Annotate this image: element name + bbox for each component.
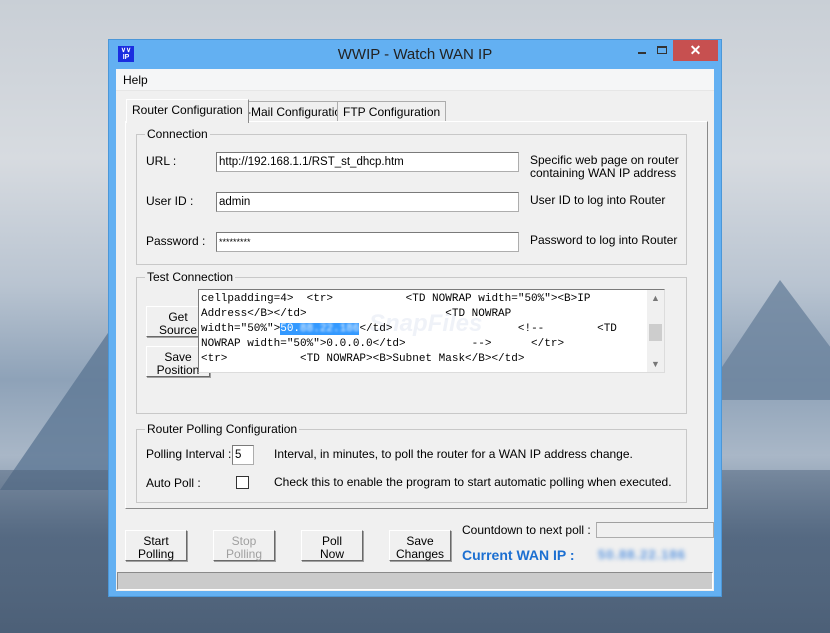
connection-group: Connection URL : Specific web page on ro…	[136, 127, 687, 265]
selected-text-blurred: 88.22.186	[300, 323, 360, 335]
source-scrollbar[interactable]: ▲ ▼	[647, 290, 664, 372]
scroll-thumb[interactable]	[649, 324, 662, 341]
scroll-up-icon[interactable]: ▲	[647, 291, 664, 305]
scroll-down-icon[interactable]: ▼	[647, 357, 664, 371]
userid-input[interactable]	[216, 192, 519, 212]
poll-now-label: Now	[319, 547, 344, 561]
selected-wan-ip[interactable]: 50.88.22.186	[280, 323, 360, 335]
autopoll-label: Auto Poll :	[146, 476, 201, 490]
test-connection-group-title: Test Connection	[145, 270, 236, 284]
maximize-icon	[657, 46, 667, 54]
password-label: Password :	[146, 234, 206, 248]
page-source-textarea[interactable]: SnapFiles cellpadding=4> <tr> <TD NOWRAP…	[198, 289, 665, 373]
save-position-label: Save	[164, 350, 192, 364]
tab-email-configuration[interactable]: E-Mail Configuration	[233, 101, 354, 121]
start-polling-label: Polling	[137, 547, 175, 561]
get-source-label: Source	[158, 323, 198, 337]
minimize-icon	[638, 52, 646, 54]
userid-hint: User ID to log into Router	[530, 193, 666, 207]
source-line: width="50%">	[201, 323, 281, 335]
menu-help[interactable]: Help	[123, 73, 148, 87]
source-line: cellpadding=4> <tr> <TD NOWRAP width="50…	[201, 293, 591, 305]
autopoll-hint: Check this to enable the program to star…	[274, 475, 672, 489]
page-source-text[interactable]: cellpadding=4> <tr> <TD NOWRAP width="50…	[201, 292, 646, 370]
url-label: URL :	[146, 154, 177, 168]
start-polling-button[interactable]: Start Polling	[125, 530, 187, 561]
autopoll-checkbox[interactable]	[236, 476, 249, 489]
polling-group: Router Polling Configuration Polling Int…	[136, 422, 687, 503]
url-hint: Specific web page on router containing W…	[530, 154, 679, 180]
userid-label: User ID :	[146, 194, 194, 208]
url-input[interactable]	[216, 152, 519, 172]
countdown-label: Countdown to next poll :	[462, 523, 591, 537]
menu-bar: Help	[116, 69, 714, 91]
url-hint-line: containing WAN IP address	[530, 166, 677, 180]
stop-polling-label: Polling	[225, 547, 263, 561]
current-wan-ip-value: 50.88.22.186	[598, 547, 686, 562]
selected-text: 50.	[280, 323, 301, 335]
password-input[interactable]	[216, 232, 519, 252]
poll-now-button[interactable]: Poll Now	[301, 530, 363, 561]
maximize-button[interactable]	[649, 40, 675, 60]
connection-group-title: Connection	[145, 127, 210, 141]
get-source-label: Get	[168, 310, 188, 324]
current-wan-ip-label: Current WAN IP :	[462, 547, 575, 563]
start-polling-label: Start	[143, 534, 169, 548]
app-window: ∨∨ IP WWIP - Watch WAN IP ✕ Help Router C…	[108, 39, 722, 597]
source-line: Address</B></td> <TD NOWRAP	[201, 308, 512, 320]
router-configuration-panel: Connection URL : Specific web page on ro…	[125, 121, 708, 509]
source-line: <tr> <TD NOWRAP><B>Subnet Mask</B></td>	[201, 353, 525, 365]
polling-interval-label: Polling Interval :	[146, 447, 232, 461]
tab-ftp-configuration[interactable]: FTP Configuration	[337, 101, 447, 121]
stop-polling-button[interactable]: Stop Polling	[213, 530, 275, 561]
save-changes-button[interactable]: Save Changes	[389, 530, 451, 561]
status-bar	[117, 572, 713, 590]
tab-router-configuration[interactable]: Router Configuration	[126, 99, 249, 123]
close-button[interactable]: ✕	[673, 40, 718, 61]
source-line: </td> <!-- <TD	[359, 323, 617, 335]
save-position-label: Position	[156, 363, 200, 377]
stop-polling-label: Stop	[231, 534, 257, 548]
polling-interval-hint: Interval, in minutes, to poll the router…	[274, 447, 633, 461]
countdown-field	[596, 522, 714, 538]
client-area: Help Router Configuration E-Mail Configu…	[116, 69, 714, 591]
polling-interval-input[interactable]	[232, 445, 254, 465]
polling-group-title: Router Polling Configuration	[145, 422, 300, 436]
source-line: NOWRAP width="50%">0.0.0.0</td> --> </tr…	[201, 338, 565, 350]
save-changes-label: Save	[406, 534, 434, 548]
poll-now-label: Poll	[321, 534, 342, 548]
close-icon: ✕	[689, 42, 702, 58]
title-bar[interactable]: ∨∨ IP WWIP - Watch WAN IP ✕	[109, 40, 721, 68]
password-hint: Password to log into Router	[530, 233, 678, 247]
save-changes-label: Changes	[396, 547, 445, 561]
